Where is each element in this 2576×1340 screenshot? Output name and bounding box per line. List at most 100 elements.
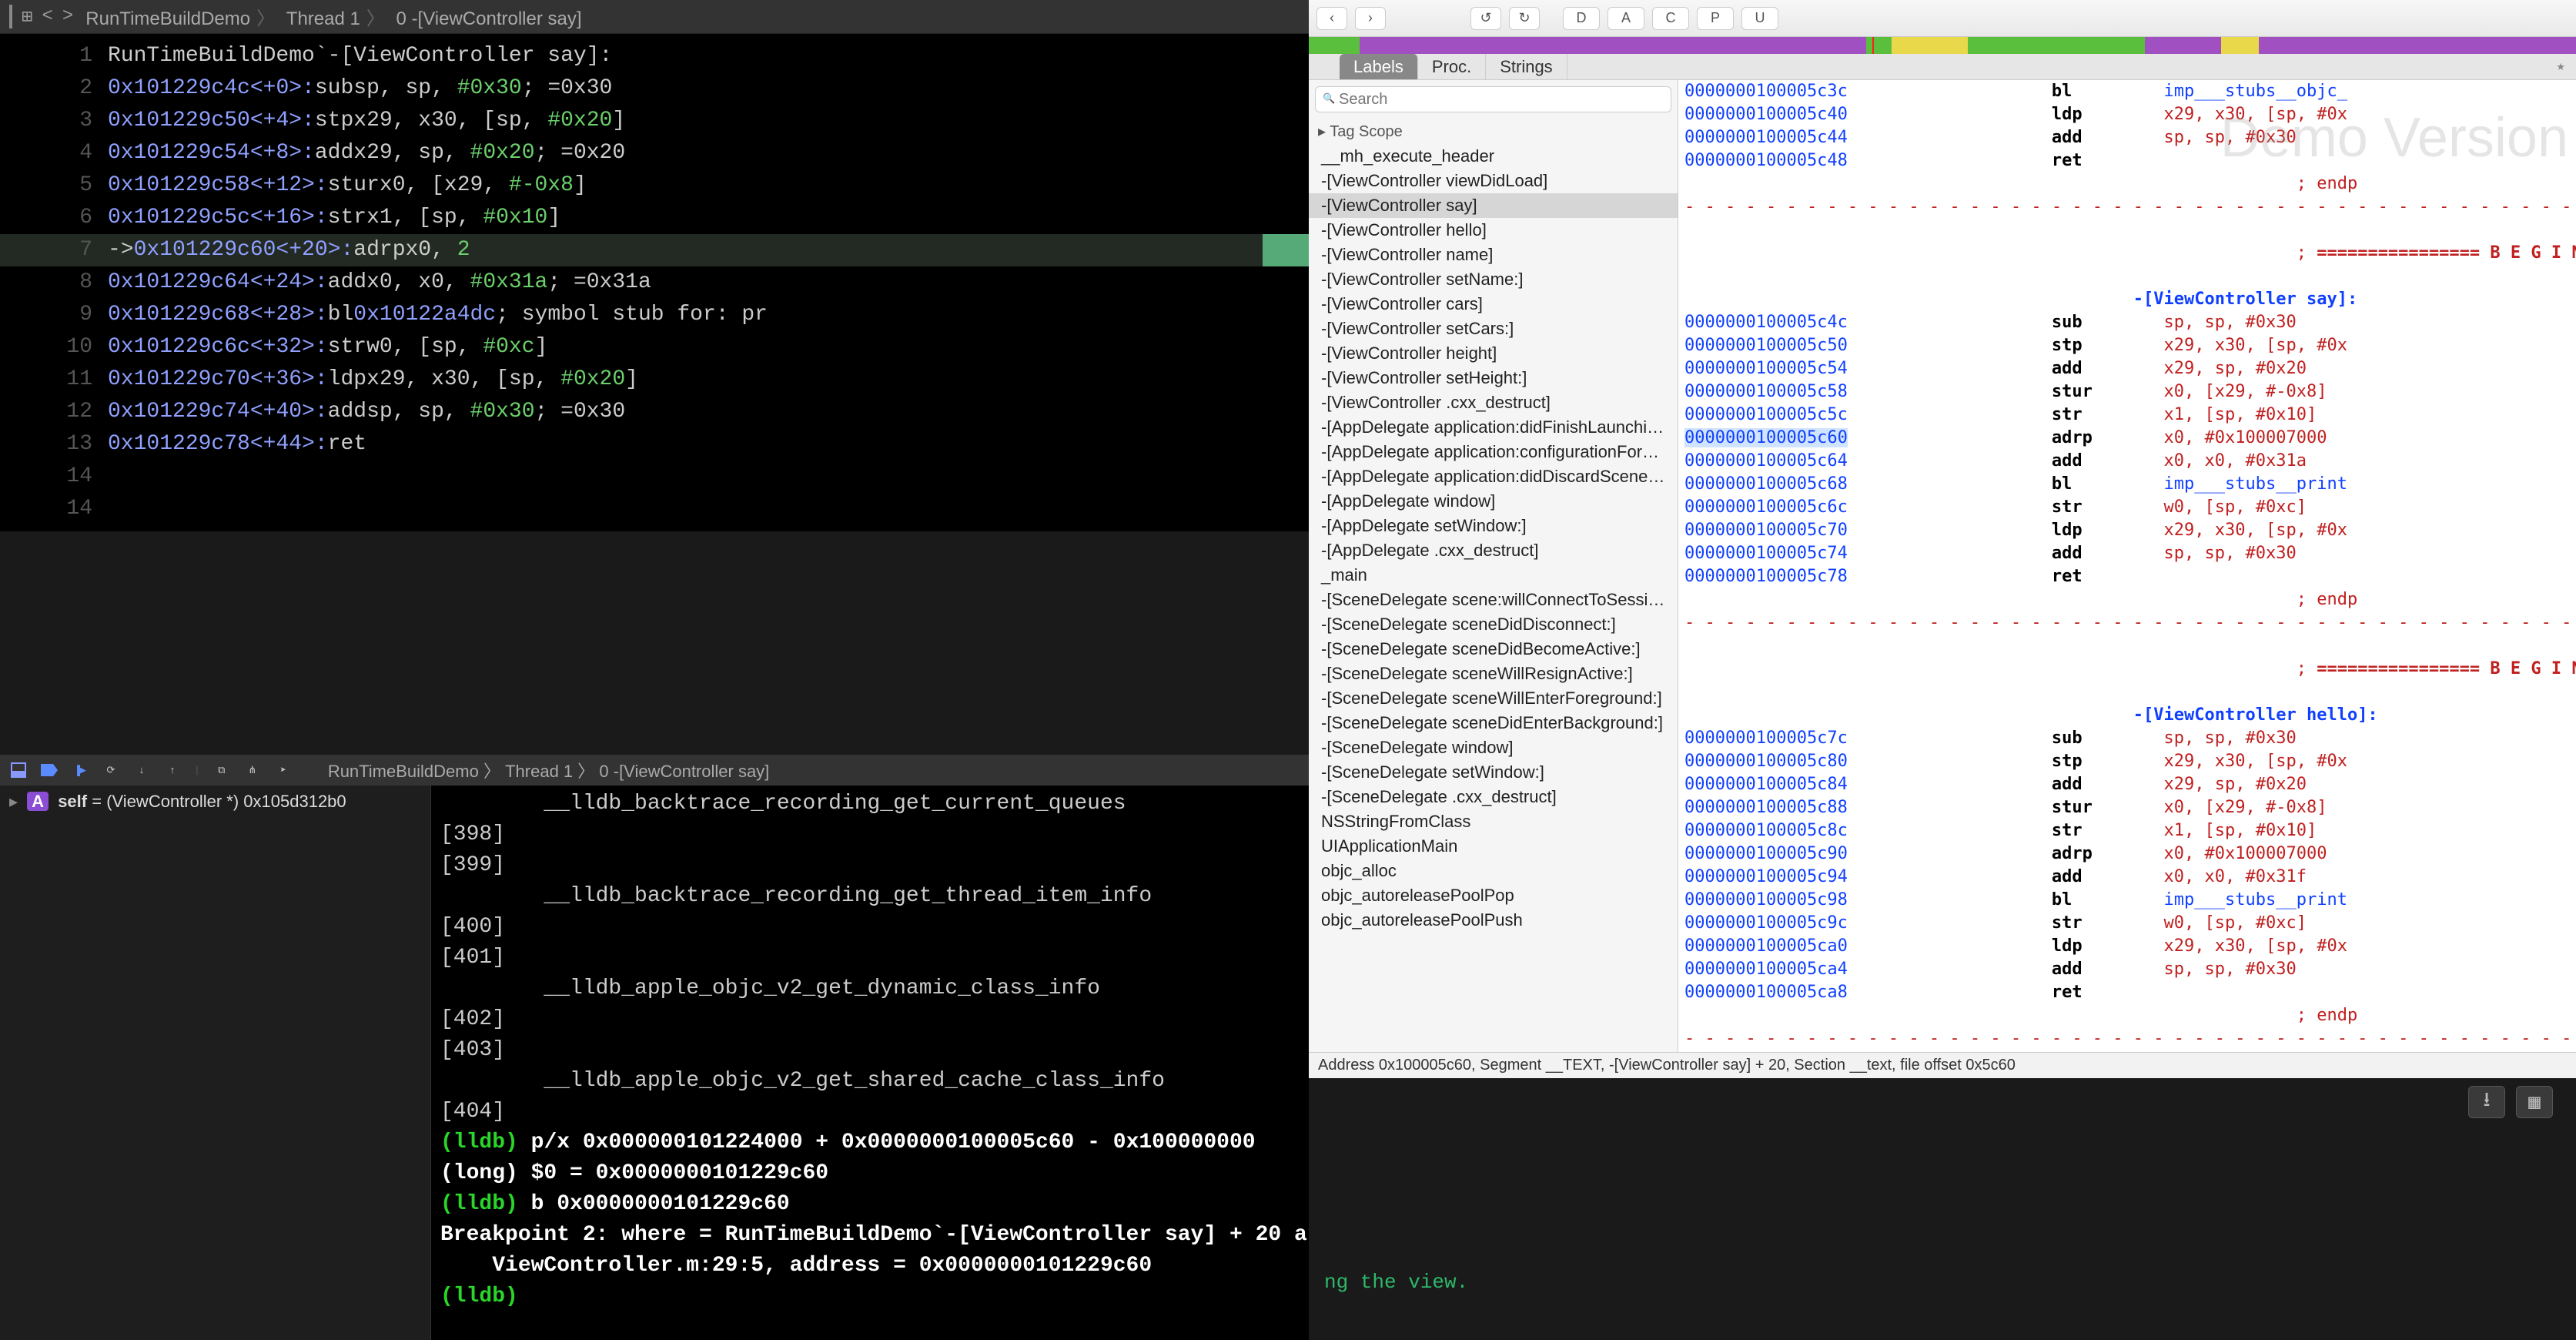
disasm-line[interactable]: 0000000100005c3c bl imp___stubs__objc_ xyxy=(1684,80,2576,103)
asm-line[interactable]: 5 0x101229c58 <+12>: stur x0, [x29, #-0x… xyxy=(0,169,1309,202)
disasm-line[interactable]: 0000000100005c44 add sp, sp, #0x30 xyxy=(1684,126,2576,149)
disasm-line[interactable] xyxy=(1684,635,2576,658)
list-item[interactable]: -[ViewController height] xyxy=(1309,341,1678,366)
mode-d-button[interactable]: D xyxy=(1563,7,1600,30)
disasm-line[interactable]: 0000000100005ca4 add sp, sp, #0x30 xyxy=(1684,958,2576,981)
disasm-line[interactable]: 0000000100005c78 ret xyxy=(1684,565,2576,588)
list-item[interactable]: -[SceneDelegate sceneDidDisconnect:] xyxy=(1309,612,1678,637)
disasm-line[interactable]: 0000000100005ca8 ret xyxy=(1684,981,2576,1004)
breakpoints-icon[interactable] xyxy=(40,761,59,779)
nav-forward-button[interactable]: › xyxy=(1355,7,1386,30)
disasm-line[interactable]: 0000000100005c64 add x0, x0, #0x31a xyxy=(1684,450,2576,473)
asm-line[interactable]: 12 0x101229c74 <+40>: add sp, sp, #0x30 … xyxy=(0,396,1309,428)
memory-graph-icon[interactable]: ⋔ xyxy=(243,761,262,779)
disasm-line[interactable]: 0000000100005ca0 ldp x29, x30, [sp, #0x xyxy=(1684,935,2576,958)
list-item[interactable]: -[SceneDelegate window] xyxy=(1309,735,1678,760)
download-icon[interactable]: ⭳ xyxy=(2468,1086,2505,1118)
asm-line[interactable]: 4 0x101229c54 <+8>: add x29, sp, #0x20 ;… xyxy=(0,137,1309,169)
asm-line[interactable]: 10 0x101229c6c <+32>: str w0, [sp, #0xc] xyxy=(0,331,1309,363)
step-into-icon[interactable]: ↓ xyxy=(132,761,151,779)
mode-c-button[interactable]: C xyxy=(1652,7,1689,30)
asm-line[interactable]: 7 -> 0x101229c60 <+20>: adrp x0, 2 xyxy=(0,234,1309,266)
disasm-line[interactable]: 0000000100005c9c str w0, [sp, #0xc] xyxy=(1684,912,2576,935)
list-item[interactable]: UIApplicationMain xyxy=(1309,834,1678,859)
list-item[interactable]: NSStringFromClass xyxy=(1309,809,1678,834)
step-over-icon[interactable]: ⟳ xyxy=(102,761,120,779)
tag-scope[interactable]: ▸ Tag Scope xyxy=(1309,119,1678,144)
list-item[interactable]: -[SceneDelegate sceneWillResignActive:] xyxy=(1309,662,1678,686)
forward-icon[interactable]: > xyxy=(62,6,73,27)
disasm-line[interactable]: -[ViewController say]: xyxy=(1684,288,2576,311)
disasm-line[interactable]: 0000000100005c58 stur x0, [x29, #-0x8] xyxy=(1684,380,2576,404)
list-item[interactable]: -[ViewController .cxx_destruct] xyxy=(1309,390,1678,415)
list-item[interactable]: -[AppDelegate application:didDiscardScen… xyxy=(1309,464,1678,489)
sidebar-toggle-icon[interactable] xyxy=(9,6,12,27)
variables-pane[interactable]: ▸ A self = (ViewController *) 0x105d312b… xyxy=(0,786,431,1340)
disasm-line[interactable]: ; endp xyxy=(1684,173,2576,196)
list-item[interactable]: objc_autoreleasePoolPush xyxy=(1309,908,1678,933)
list-item[interactable]: -[SceneDelegate sceneDidEnterBackground:… xyxy=(1309,711,1678,735)
lldb-console[interactable]: __lldb_backtrace_recording_get_current_q… xyxy=(431,786,1309,1340)
asm-line[interactable]: 13 0x101229c78 <+44>: ret xyxy=(0,428,1309,461)
disasm-line[interactable] xyxy=(1684,219,2576,242)
nav-back-button[interactable]: ‹ xyxy=(1316,7,1347,30)
undo-button[interactable]: ↺ xyxy=(1470,7,1501,30)
mode-u-button[interactable]: U xyxy=(1741,7,1778,30)
tab-proc[interactable]: Proc. xyxy=(1418,54,1486,79)
disassembly-editor[interactable]: 1 RunTimeBuildDemo`-[ViewController say]… xyxy=(0,34,1309,531)
tab-labels[interactable]: Labels xyxy=(1340,54,1418,79)
disasm-line[interactable]: 0000000100005c5c str x1, [sp, #0x10] xyxy=(1684,404,2576,427)
disasm-line[interactable] xyxy=(1684,681,2576,704)
hide-debug-icon[interactable] xyxy=(9,761,28,779)
list-item[interactable]: -[SceneDelegate setWindow:] xyxy=(1309,760,1678,785)
list-item[interactable]: -[SceneDelegate scene:willConnectToSessi… xyxy=(1309,588,1678,612)
disclosure-icon[interactable]: ▸ xyxy=(9,792,18,811)
continue-icon[interactable]: ▐▶ xyxy=(71,761,89,779)
list-item[interactable]: _main xyxy=(1309,563,1678,588)
list-item[interactable]: -[ViewController setCars:] xyxy=(1309,317,1678,341)
disasm-line[interactable]: 0000000100005c54 add x29, sp, #0x20 xyxy=(1684,357,2576,380)
disasm-line[interactable]: 0000000100005c6c str w0, [sp, #0xc] xyxy=(1684,496,2576,519)
redo-button[interactable]: ↻ xyxy=(1509,7,1540,30)
list-item[interactable]: -[SceneDelegate sceneDidBecomeActive:] xyxy=(1309,637,1678,662)
list-item[interactable]: -[AppDelegate setWindow:] xyxy=(1309,514,1678,538)
list-item[interactable]: -[ViewController viewDidLoad] xyxy=(1309,169,1678,193)
list-item[interactable]: -[ViewController hello] xyxy=(1309,218,1678,243)
disasm-line[interactable]: ; ================ B E G I N N I N G O F… xyxy=(1684,658,2576,681)
back-icon[interactable]: < xyxy=(42,6,52,27)
list-item[interactable]: -[ViewController name] xyxy=(1309,243,1678,267)
list-item[interactable]: __mh_execute_header xyxy=(1309,144,1678,169)
asm-line[interactable]: 11 0x101229c70 <+36>: ldp x29, x30, [sp,… xyxy=(0,363,1309,396)
list-item[interactable]: -[SceneDelegate sceneWillEnterForeground… xyxy=(1309,686,1678,711)
list-item[interactable]: -[ViewController cars] xyxy=(1309,292,1678,317)
disasm-line[interactable]: 0000000100005c88 stur x0, [x29, #-0x8] xyxy=(1684,796,2576,819)
disasm-line[interactable]: 0000000100005c8c str x1, [sp, #0x10] xyxy=(1684,819,2576,843)
disasm-line[interactable]: 0000000100005c7c sub sp, sp, #0x30 xyxy=(1684,727,2576,750)
panels-icon[interactable]: ▦ xyxy=(2516,1086,2553,1118)
view-debug-icon[interactable]: ⧉ xyxy=(212,761,231,779)
list-item[interactable]: -[ViewController say] xyxy=(1309,193,1678,218)
disasm-line[interactable]: 0000000100005c98 bl imp___stubs__print xyxy=(1684,889,2576,912)
list-item[interactable]: -[AppDelegate application:didFinishLaunc… xyxy=(1309,415,1678,440)
disassembly-pane[interactable]: Demo Version 0000000100005c3c bl imp___s… xyxy=(1678,80,2576,1052)
asm-line[interactable]: 2 0x101229c4c <+0>: sub sp, sp, #0x30 ; … xyxy=(0,72,1309,105)
location-icon[interactable]: ➤ xyxy=(274,761,293,779)
asm-line[interactable]: 3 0x101229c50 <+4>: stp x29, x30, [sp, #… xyxy=(0,105,1309,137)
asm-line[interactable]: 6 0x101229c5c <+16>: str x1, [sp, #0x10] xyxy=(0,202,1309,234)
list-item[interactable]: -[AppDelegate application:configurationF… xyxy=(1309,440,1678,464)
tab-strings[interactable]: Strings xyxy=(1486,54,1567,79)
search-input[interactable] xyxy=(1315,86,1671,112)
disasm-line[interactable]: 0000000100005c68 bl imp___stubs__print xyxy=(1684,473,2576,496)
disasm-line[interactable]: 0000000100005c40 ldp x29, x30, [sp, #0x xyxy=(1684,103,2576,126)
minimap[interactable] xyxy=(1309,37,2576,54)
variable-row[interactable]: ▸ A self = (ViewController *) 0x105d312b… xyxy=(9,792,421,812)
mode-a-button[interactable]: A xyxy=(1607,7,1644,30)
disasm-line[interactable]: -[ViewController hello]: xyxy=(1684,704,2576,727)
disasm-line[interactable]: 0000000100005c70 ldp x29, x30, [sp, #0x xyxy=(1684,519,2576,542)
list-item[interactable]: objc_alloc xyxy=(1309,859,1678,883)
disasm-line[interactable]: 0000000100005c48 ret xyxy=(1684,149,2576,173)
disasm-line[interactable]: 0000000100005c74 add sp, sp, #0x30 xyxy=(1684,542,2576,565)
disasm-line[interactable]: ; endp xyxy=(1684,588,2576,611)
debug-breadcrumb[interactable]: RunTimeBuildDemo 〉 Thread 1 〉 0 -[ViewCo… xyxy=(328,758,769,782)
symbol-list[interactable]: __mh_execute_header-[ViewController view… xyxy=(1309,144,1678,1047)
